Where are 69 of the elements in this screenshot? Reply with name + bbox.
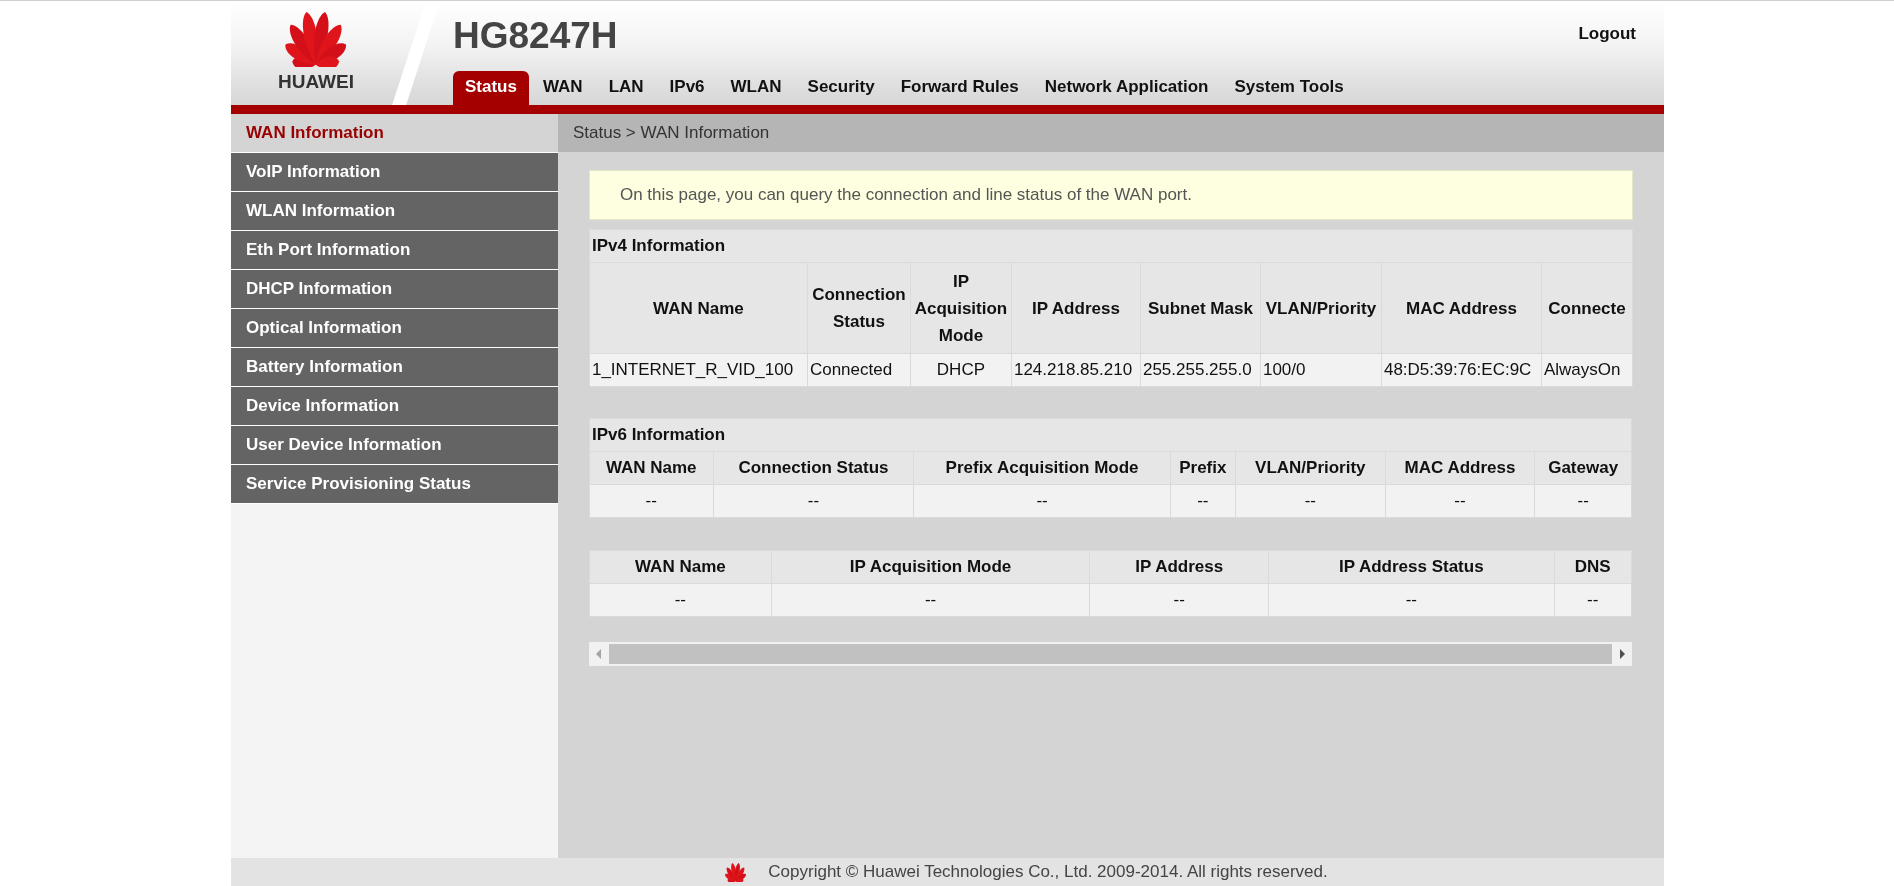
sidebar-item[interactable]: WAN Information (231, 114, 558, 153)
table-cell: 255.255.255.0 (1140, 353, 1261, 387)
column-header: VLAN/Priority (1235, 451, 1386, 485)
sidebar-item[interactable]: Eth Port Information (231, 231, 558, 270)
table-title: IPv4 Information (589, 229, 1633, 263)
column-header: IP Acquisition Mode (910, 262, 1012, 354)
table-cell: 1_INTERNET_R_VID_100 (589, 353, 808, 387)
table-cell: AlwaysOn (1541, 353, 1633, 387)
column-header: Connection Status (807, 262, 911, 354)
column-header: IP Acquisition Mode (771, 550, 1090, 584)
table-cell: Connected (807, 353, 911, 387)
table-cell: -- (589, 484, 713, 518)
column-header: Prefix (1170, 451, 1236, 485)
column-header: Subnet Mask (1140, 262, 1261, 354)
table-cell: -- (771, 583, 1090, 617)
table-cell: -- (1385, 484, 1535, 518)
table-cell: -- (1268, 583, 1554, 617)
info-notice: On this page, you can query the connection and line status of the WAN port. (588, 170, 1633, 220)
column-header: IP Address (1011, 262, 1141, 354)
table-cell: -- (1534, 484, 1632, 518)
nav-tab[interactable]: Network Application (1032, 71, 1221, 105)
breadcrumb: Status > WAN Information (557, 114, 1664, 152)
sidebar-item[interactable]: Device Information (231, 387, 558, 426)
table-cell: -- (1554, 583, 1632, 617)
column-header: IP Address (1089, 550, 1269, 584)
column-header: MAC Address (1381, 262, 1542, 354)
column-header: Gateway (1534, 451, 1632, 485)
sidebar-item[interactable]: Service Provisioning Status (231, 465, 558, 504)
table-cell: 124.218.85.210 (1011, 353, 1141, 387)
nav-tab[interactable]: WAN (530, 71, 595, 105)
column-header: Prefix Acquisition Mode (913, 451, 1171, 485)
nav-tab[interactable]: Security (795, 71, 887, 105)
column-header: WAN Name (589, 550, 772, 584)
column-header: Connection Status (713, 451, 914, 485)
column-header: WAN Name (589, 262, 808, 354)
table-cell: -- (1235, 484, 1386, 518)
table-cell: 48:D5:39:76:EC:9C (1381, 353, 1542, 387)
table-cell: -- (589, 583, 772, 617)
column-header: MAC Address (1385, 451, 1535, 485)
copyright-text: Copyright © Huawei Technologies Co., Ltd. 2009-2014. All rights reserved. (768, 862, 1328, 882)
column-header: DNS (1554, 550, 1632, 584)
sidebar-item[interactable]: WLAN Information (231, 192, 558, 231)
column-header: WAN Name (589, 451, 713, 485)
nav-tab[interactable]: IPv6 (657, 71, 717, 105)
sidebar-item[interactable]: Battery Information (231, 348, 558, 387)
horizontal-scrollbar[interactable] (588, 642, 1632, 666)
nav-tab[interactable]: Forward Rules (888, 71, 1031, 105)
sidebar-item[interactable]: Optical Information (231, 309, 558, 348)
column-header: Connecte (1541, 262, 1633, 354)
nav-tab[interactable]: LAN (596, 71, 656, 105)
table-cell: -- (713, 484, 914, 518)
device-model: HG8247H (453, 14, 618, 57)
nav-tab[interactable]: System Tools (1222, 71, 1356, 105)
table-title: IPv6 Information (589, 418, 1632, 452)
nav-tab[interactable]: Status (453, 71, 529, 105)
sidebar-item[interactable]: VoIP Information (231, 153, 558, 192)
table-cell: DHCP (910, 353, 1012, 387)
table-cell: -- (913, 484, 1171, 518)
sidebar-item[interactable]: User Device Information (231, 426, 558, 465)
column-header: IP Address Status (1268, 550, 1554, 584)
table-cell: -- (1089, 583, 1269, 617)
table-cell: -- (1170, 484, 1236, 518)
sidebar-item[interactable]: DHCP Information (231, 270, 558, 309)
table-cell: 100/0 (1260, 353, 1382, 387)
logout-link[interactable]: Logout (1578, 24, 1636, 44)
nav-tab[interactable]: WLAN (718, 71, 794, 105)
column-header: VLAN/Priority (1260, 262, 1382, 354)
brand-name: HUAWEI (278, 71, 354, 93)
scroll-thumb[interactable] (608, 644, 1612, 664)
